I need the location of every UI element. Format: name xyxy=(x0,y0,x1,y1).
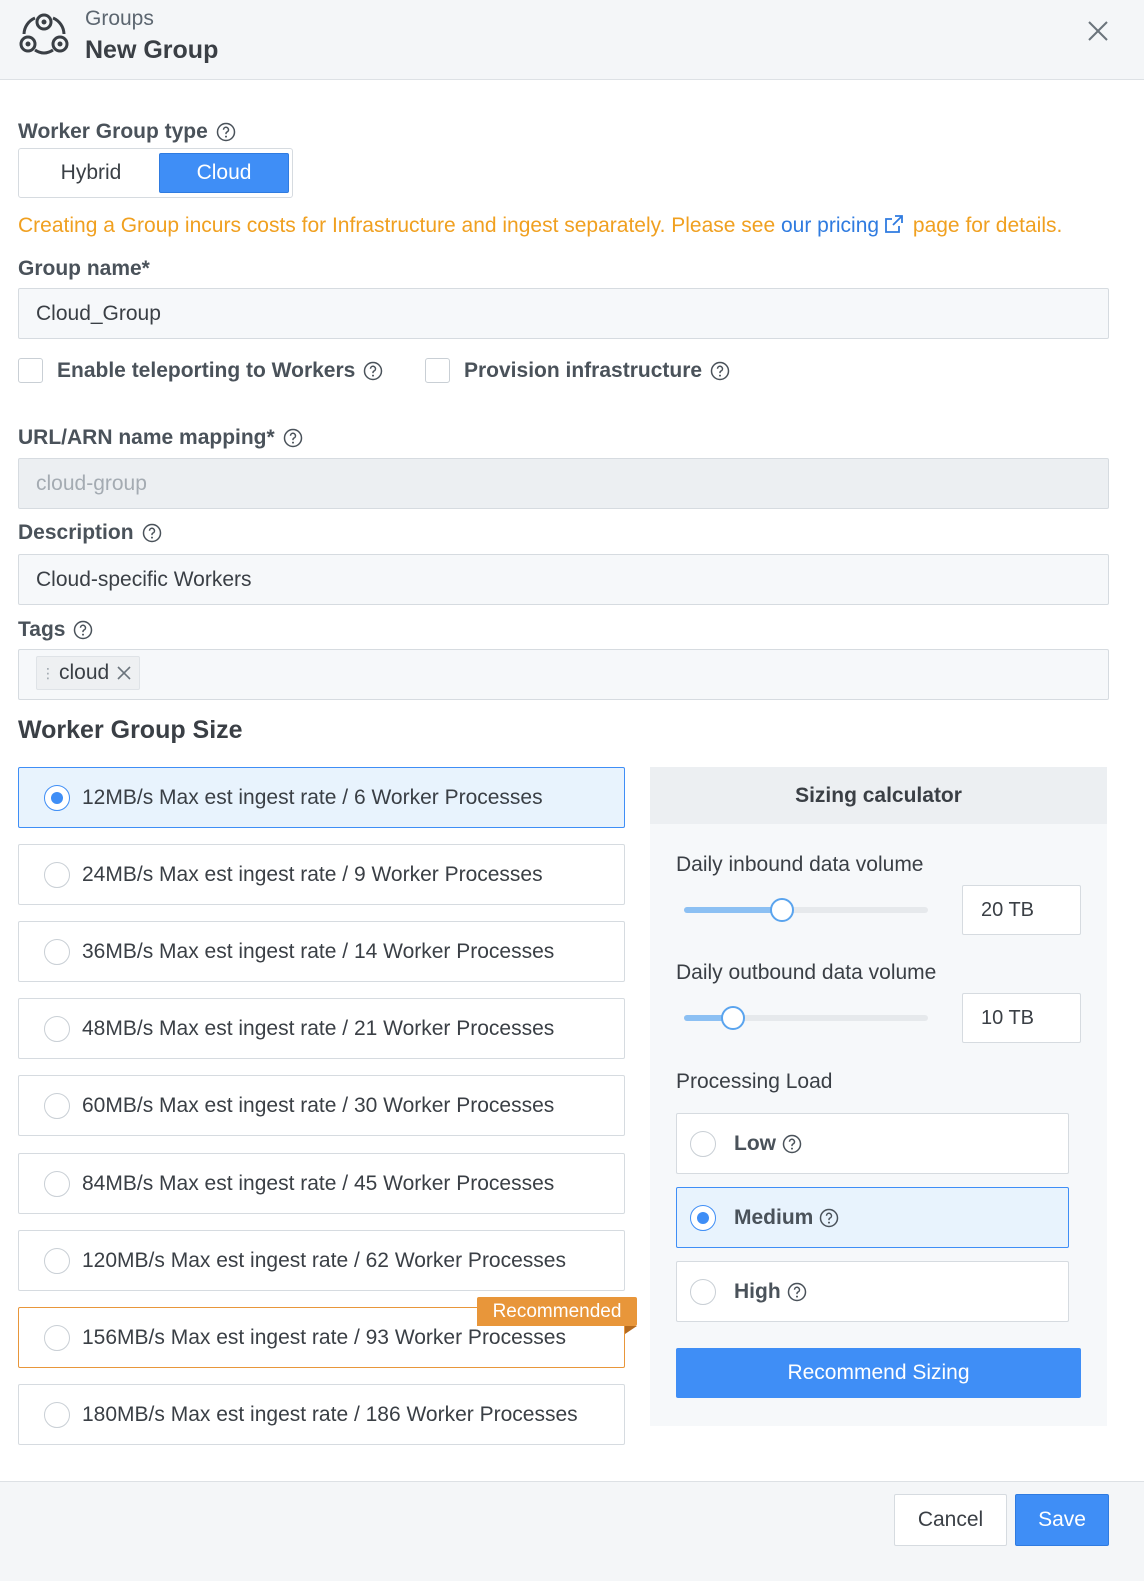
group-name-label: Group name* xyxy=(18,257,150,280)
load-radio[interactable] xyxy=(690,1278,716,1305)
size-radio[interactable] xyxy=(44,1247,70,1274)
modal-header: Groups New Group xyxy=(0,0,1144,80)
tag-chip[interactable]: ⋮ cloud xyxy=(36,656,141,690)
provision-checkbox[interactable] xyxy=(425,358,450,383)
outbound-value-input[interactable]: 10 TB xyxy=(962,993,1081,1043)
size-option[interactable]: 24MB/s Max est ingest rate / 9 Worker Pr… xyxy=(18,844,625,905)
group-name-input[interactable]: Cloud_Group xyxy=(18,288,1109,339)
size-option[interactable]: 180MB/s Max est ingest rate / 186 Worker… xyxy=(18,1384,625,1445)
worker-group-size-title: Worker Group Size xyxy=(18,716,243,744)
worker-group-type-label: Worker Group type xyxy=(18,120,236,144)
size-option[interactable]: 60MB/s Max est ingest rate / 30 Worker P… xyxy=(18,1075,625,1136)
size-radio[interactable] xyxy=(44,938,70,965)
size-radio[interactable] xyxy=(44,861,70,888)
size-option[interactable]: 12MB/s Max est ingest rate / 6 Worker Pr… xyxy=(18,767,625,828)
help-icon[interactable] xyxy=(216,122,236,142)
size-radio[interactable] xyxy=(44,1170,70,1197)
size-option[interactable]: 48MB/s Max est ingest rate / 21 Worker P… xyxy=(18,998,625,1059)
processing-load-label: Processing Load xyxy=(676,1070,833,1093)
help-icon[interactable] xyxy=(142,523,162,543)
url-mapping-label: URL/ARN name mapping* xyxy=(18,426,303,450)
inbound-slider-fill xyxy=(684,907,782,913)
recommended-badge-fold xyxy=(625,1326,637,1334)
teleport-checkbox-row: Enable teleporting to Workers xyxy=(18,358,383,383)
worker-group-type-toggle: Hybrid Cloud xyxy=(18,148,293,198)
inbound-slider-thumb[interactable] xyxy=(769,898,794,922)
size-option[interactable]: 84MB/s Max est ingest rate / 45 Worker P… xyxy=(18,1153,625,1214)
help-icon[interactable] xyxy=(819,1208,839,1228)
close-icon[interactable] xyxy=(1083,16,1113,46)
help-icon[interactable] xyxy=(782,1134,802,1154)
load-option-high[interactable]: High xyxy=(676,1261,1069,1322)
help-icon[interactable] xyxy=(363,361,383,381)
sizing-calculator: Sizing calculator Daily inbound data vol… xyxy=(650,767,1107,1426)
help-icon[interactable] xyxy=(710,361,730,381)
type-hybrid-button[interactable]: Hybrid xyxy=(23,153,159,193)
size-radio[interactable] xyxy=(44,1092,70,1119)
groups-logo-icon xyxy=(19,13,69,55)
description-input[interactable]: Cloud-specific Workers xyxy=(18,554,1109,605)
save-button[interactable]: Save xyxy=(1015,1494,1109,1546)
load-radio[interactable] xyxy=(690,1130,716,1157)
tags-input[interactable] xyxy=(18,649,1109,700)
teleport-checkbox[interactable] xyxy=(18,358,43,383)
pricing-link[interactable]: our pricing xyxy=(781,214,879,237)
pricing-notice: Creating a Group incurs costs for Infras… xyxy=(18,213,1063,237)
load-option-medium[interactable]: Medium xyxy=(676,1187,1069,1248)
inbound-value-input[interactable]: 20 TB xyxy=(962,885,1081,935)
outbound-slider-thumb[interactable] xyxy=(720,1006,745,1030)
description-label: Description xyxy=(18,521,162,545)
load-radio[interactable] xyxy=(690,1204,716,1231)
size-option[interactable]: 120MB/s Max est ingest rate / 62 Worker … xyxy=(18,1230,625,1291)
remove-tag-icon[interactable] xyxy=(115,664,133,682)
outbound-label: Daily outbound data volume xyxy=(676,961,937,984)
load-option-low[interactable]: Low xyxy=(676,1113,1069,1174)
modal-footer: Cancel Save xyxy=(0,1481,1144,1581)
breadcrumb[interactable]: Groups xyxy=(85,7,154,31)
tags-label: Tags xyxy=(18,618,93,642)
recommended-badge: Recommended xyxy=(477,1297,637,1326)
help-icon[interactable] xyxy=(283,428,303,448)
size-radio[interactable] xyxy=(44,784,70,811)
url-mapping-input: cloud-group xyxy=(18,458,1109,509)
type-cloud-button[interactable]: Cloud xyxy=(159,153,289,193)
cancel-button[interactable]: Cancel xyxy=(894,1494,1007,1546)
outbound-slider[interactable] xyxy=(684,1006,928,1030)
sizing-calculator-title: Sizing calculator xyxy=(650,767,1107,824)
provision-checkbox-row: Provision infrastructure xyxy=(425,358,730,383)
external-link-icon[interactable] xyxy=(883,213,905,235)
recommend-sizing-button[interactable]: Recommend Sizing xyxy=(676,1348,1081,1398)
inbound-slider[interactable] xyxy=(684,898,928,922)
size-option[interactable]: 36MB/s Max est ingest rate / 14 Worker P… xyxy=(18,921,625,982)
drag-handle-icon[interactable]: ⋮ xyxy=(41,665,55,682)
help-icon[interactable] xyxy=(787,1282,807,1302)
size-radio[interactable] xyxy=(44,1401,70,1428)
size-radio[interactable] xyxy=(44,1324,70,1351)
inbound-label: Daily inbound data volume xyxy=(676,853,924,876)
help-icon[interactable] xyxy=(73,620,93,640)
size-radio[interactable] xyxy=(44,1015,70,1042)
page-title: New Group xyxy=(85,36,219,64)
